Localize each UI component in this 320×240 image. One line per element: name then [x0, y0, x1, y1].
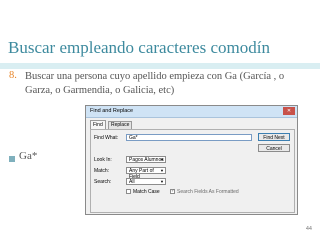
cancel-button[interactable]: Cancel	[258, 144, 290, 152]
search-fields-formatted-checkbox[interactable]	[170, 188, 175, 194]
find-what-label: Find What:	[94, 135, 119, 141]
match-case-label: Match Case	[133, 189, 160, 195]
chevron-down-icon: ▼	[160, 179, 164, 184]
chevron-down-icon: ▼	[160, 157, 164, 162]
bullet-number: 8.	[9, 70, 17, 81]
search-label: Search:	[94, 179, 112, 185]
match-case-checkbox[interactable]	[126, 189, 131, 194]
search-fields-formatted-label: Search Fields As Formatted	[177, 189, 239, 195]
close-icon[interactable]: ✕	[283, 107, 295, 115]
bullet-wildcard-text: Ga*	[19, 150, 38, 162]
slide-title: Buscar empleando caracteres comodín	[8, 38, 270, 57]
chevron-down-icon: ▼	[160, 168, 164, 173]
bullet-text: Buscar una persona cuyo apellido empieza…	[25, 71, 285, 96]
find-what-input[interactable]: Ga*	[126, 134, 252, 141]
dialog-title: Find and Replace	[90, 108, 134, 114]
tab-find[interactable]: Find	[90, 120, 106, 129]
match-label: Match:	[94, 168, 110, 174]
dialog-titlebar: Find and Replace ✕	[86, 106, 297, 118]
title-underline	[0, 63, 320, 69]
search-select[interactable]: All ▼	[126, 178, 166, 185]
tab-replace[interactable]: Replace	[108, 121, 133, 129]
search-value: All	[129, 179, 135, 185]
find-next-button[interactable]: Find Next	[258, 133, 290, 141]
match-select[interactable]: Any Part of Field ▼	[126, 167, 166, 180]
square-bullet-icon	[9, 156, 15, 162]
page-number: 44	[305, 226, 312, 232]
look-in-value: Pagos Alumnos	[129, 157, 164, 163]
look-in-select[interactable]: Pagos Alumnos ▼	[126, 156, 166, 163]
look-in-label: Look In:	[94, 157, 112, 163]
find-replace-dialog: Find and Replace ✕ Find Replace Find Wha…	[85, 105, 298, 215]
